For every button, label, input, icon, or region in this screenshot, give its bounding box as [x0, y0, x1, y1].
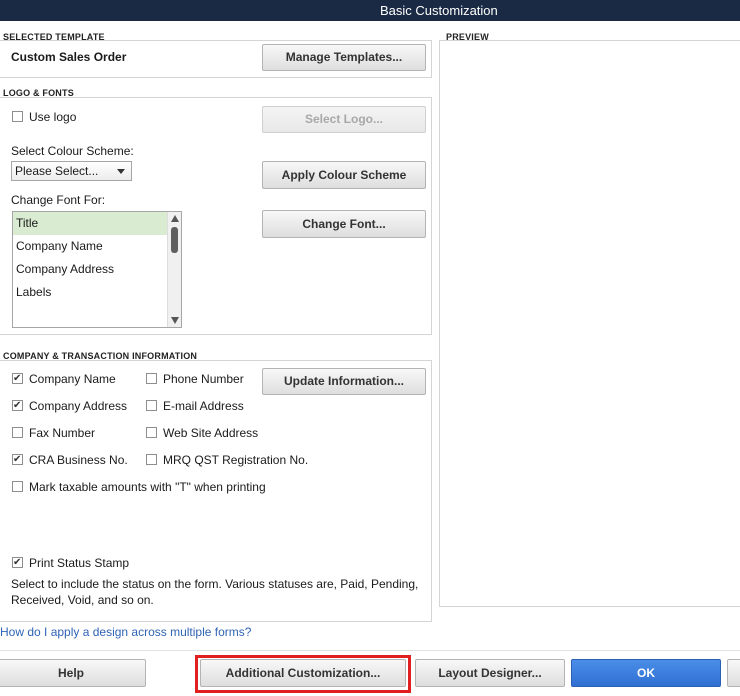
use-logo-checkbox[interactable]: Use logo: [12, 109, 76, 125]
preview-pane: [439, 40, 740, 607]
company-name-checkbox-box[interactable]: [12, 371, 23, 387]
help-button[interactable]: Help: [0, 659, 146, 687]
print-status-stamp-label: Print Status Stamp: [29, 556, 130, 570]
select-logo-button[interactable]: Select Logo...: [262, 106, 426, 133]
email-address-label: E-mail Address: [163, 399, 244, 413]
scroll-down-icon[interactable]: [171, 317, 179, 324]
ok-button[interactable]: OK: [571, 659, 721, 687]
company-address-label: Company Address: [29, 399, 128, 413]
fax-number-label: Fax Number: [29, 426, 96, 440]
font-list-scrollbar[interactable]: [167, 212, 181, 327]
colour-scheme-dropdown[interactable]: Please Select...: [11, 161, 132, 181]
print-status-stamp-checkbox[interactable]: Print Status Stamp: [12, 555, 129, 571]
font-list-item-title[interactable]: Title: [13, 212, 167, 235]
mark-taxable-checkbox[interactable]: Mark taxable amounts with "T" when print…: [12, 479, 266, 495]
footer-divider: [0, 650, 740, 651]
template-name: Custom Sales Order: [11, 50, 127, 64]
cra-business-no-label: CRA Business No.: [29, 453, 128, 467]
mrq-qst-checkbox[interactable]: MRQ QST Registration No.: [146, 452, 308, 468]
chevron-down-icon: [117, 169, 125, 174]
fax-number-checkbox-box[interactable]: [12, 427, 23, 438]
layout-designer-button[interactable]: Layout Designer...: [415, 659, 565, 687]
email-address-checkbox-box[interactable]: [146, 400, 157, 411]
status-stamp-note: Select to include the status on the form…: [11, 577, 419, 607]
website-address-checkbox[interactable]: Web Site Address: [146, 425, 258, 441]
company-name-label: Company Name: [29, 372, 116, 386]
colour-scheme-value: Please Select...: [15, 164, 99, 178]
apply-design-help-link[interactable]: How do I apply a design across multiple …: [0, 625, 251, 639]
font-element-list[interactable]: Title Company Name Company Address Label…: [12, 211, 182, 328]
mrq-qst-checkbox-box[interactable]: [146, 454, 157, 465]
phone-number-label: Phone Number: [163, 372, 244, 386]
company-address-checkbox-box[interactable]: [12, 398, 23, 414]
cra-business-no-checkbox-box[interactable]: [12, 452, 23, 468]
website-address-label: Web Site Address: [163, 426, 259, 440]
apply-colour-scheme-button[interactable]: Apply Colour Scheme: [262, 161, 426, 189]
company-name-checkbox[interactable]: Company Name: [12, 371, 116, 387]
font-list-item-company-address[interactable]: Company Address: [13, 258, 167, 281]
fax-number-checkbox[interactable]: Fax Number: [12, 425, 95, 441]
scroll-thumb[interactable]: [171, 227, 178, 253]
mark-taxable-label: Mark taxable amounts with "T" when print…: [29, 480, 266, 494]
colour-scheme-label: Select Colour Scheme:: [11, 144, 134, 158]
use-logo-checkbox-box[interactable]: [12, 111, 23, 122]
font-list-item-labels[interactable]: Labels: [13, 281, 167, 304]
company-address-checkbox[interactable]: Company Address: [12, 398, 127, 414]
cra-business-no-checkbox[interactable]: CRA Business No.: [12, 452, 128, 468]
highlight-annotation: [195, 655, 411, 693]
use-logo-label: Use logo: [29, 110, 77, 124]
print-status-stamp-checkbox-box[interactable]: [12, 555, 23, 571]
mark-taxable-checkbox-box[interactable]: [12, 481, 23, 492]
font-list-item-company-name[interactable]: Company Name: [13, 235, 167, 258]
window-title: Basic Customization: [380, 3, 498, 18]
email-address-checkbox[interactable]: E-mail Address: [146, 398, 244, 414]
manage-templates-button[interactable]: Manage Templates...: [262, 44, 426, 71]
cancel-button-edge[interactable]: [727, 659, 740, 687]
update-information-button[interactable]: Update Information...: [262, 368, 426, 395]
title-bar: Basic Customization: [0, 0, 740, 21]
phone-number-checkbox[interactable]: Phone Number: [146, 371, 244, 387]
change-font-button[interactable]: Change Font...: [262, 210, 426, 238]
scroll-up-icon[interactable]: [171, 215, 179, 222]
mrq-qst-label: MRQ QST Registration No.: [163, 453, 309, 467]
phone-number-checkbox-box[interactable]: [146, 373, 157, 384]
change-font-label: Change Font For:: [11, 193, 106, 207]
website-address-checkbox-box[interactable]: [146, 427, 157, 438]
